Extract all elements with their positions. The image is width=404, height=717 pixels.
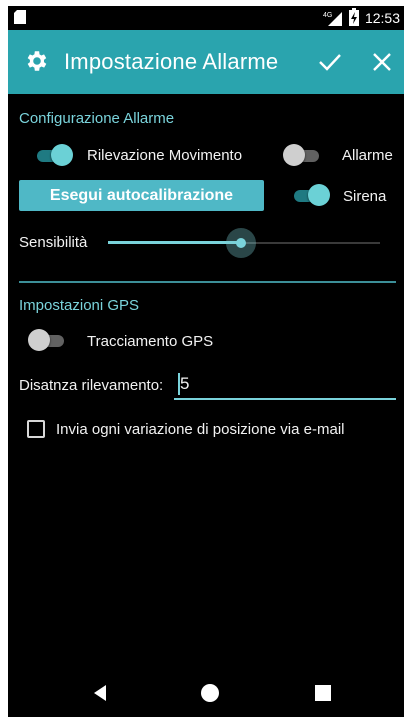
alarm-label: Allarme (342, 147, 393, 164)
battery-icon (348, 8, 359, 26)
gps-tracking-label: Tracciamento GPS (87, 333, 214, 350)
motion-detection-switch[interactable] (35, 144, 73, 166)
sensitivity-slider[interactable] (108, 228, 380, 258)
switch-thumb (283, 144, 305, 166)
sensitivity-label: Sensibilità (19, 234, 88, 251)
sd-card-icon (14, 10, 26, 24)
status-icons: 4G 12:53 (323, 8, 400, 27)
status-bar: 4G 12:53 (8, 6, 404, 30)
switch-thumb (28, 329, 50, 351)
calibrate-button[interactable]: Esegui autocalibrazione (19, 180, 264, 211)
app-bar: Impostazione Allarme (8, 30, 404, 94)
section-divider (19, 281, 396, 283)
siren-label: Sirena (343, 188, 387, 205)
signal-4g-icon: 4G (323, 10, 343, 26)
close-icon[interactable] (370, 50, 394, 74)
distance-input[interactable]: 5 (174, 370, 396, 400)
home-icon[interactable] (198, 681, 222, 705)
distance-input-value: 5 (180, 374, 190, 393)
distance-label: Disatnza rilevamento: (19, 377, 164, 394)
input-underline (174, 398, 396, 400)
confirm-check-icon[interactable] (317, 50, 343, 74)
alarm-switch[interactable] (283, 144, 321, 166)
back-icon[interactable] (88, 681, 112, 705)
gps-tracking-switch[interactable] (28, 329, 66, 351)
screen: 4G 12:53 Impostazione Allarme Configuraz… (8, 6, 404, 717)
email-option-label: Invia ogni variazione di posizione via e… (56, 421, 345, 438)
clock: 12:53 (364, 10, 400, 26)
alarm-config-section-title: Configurazione Allarme (19, 110, 175, 127)
motion-detection-label: Rilevazione Movimento (87, 147, 243, 164)
gps-section-title: Impostazioni GPS (19, 297, 140, 314)
slider-fill (108, 241, 241, 244)
recents-icon[interactable] (311, 681, 335, 705)
siren-switch[interactable] (292, 184, 330, 206)
slider-thumb[interactable] (236, 238, 246, 248)
navigation-bar (8, 665, 404, 717)
settings-gear-icon (27, 51, 47, 71)
page-title: Impostazione Allarme (64, 49, 279, 74)
email-checkbox[interactable] (27, 420, 45, 438)
svg-text:4G: 4G (323, 12, 332, 19)
switch-thumb (308, 184, 330, 206)
switch-thumb (51, 144, 73, 166)
